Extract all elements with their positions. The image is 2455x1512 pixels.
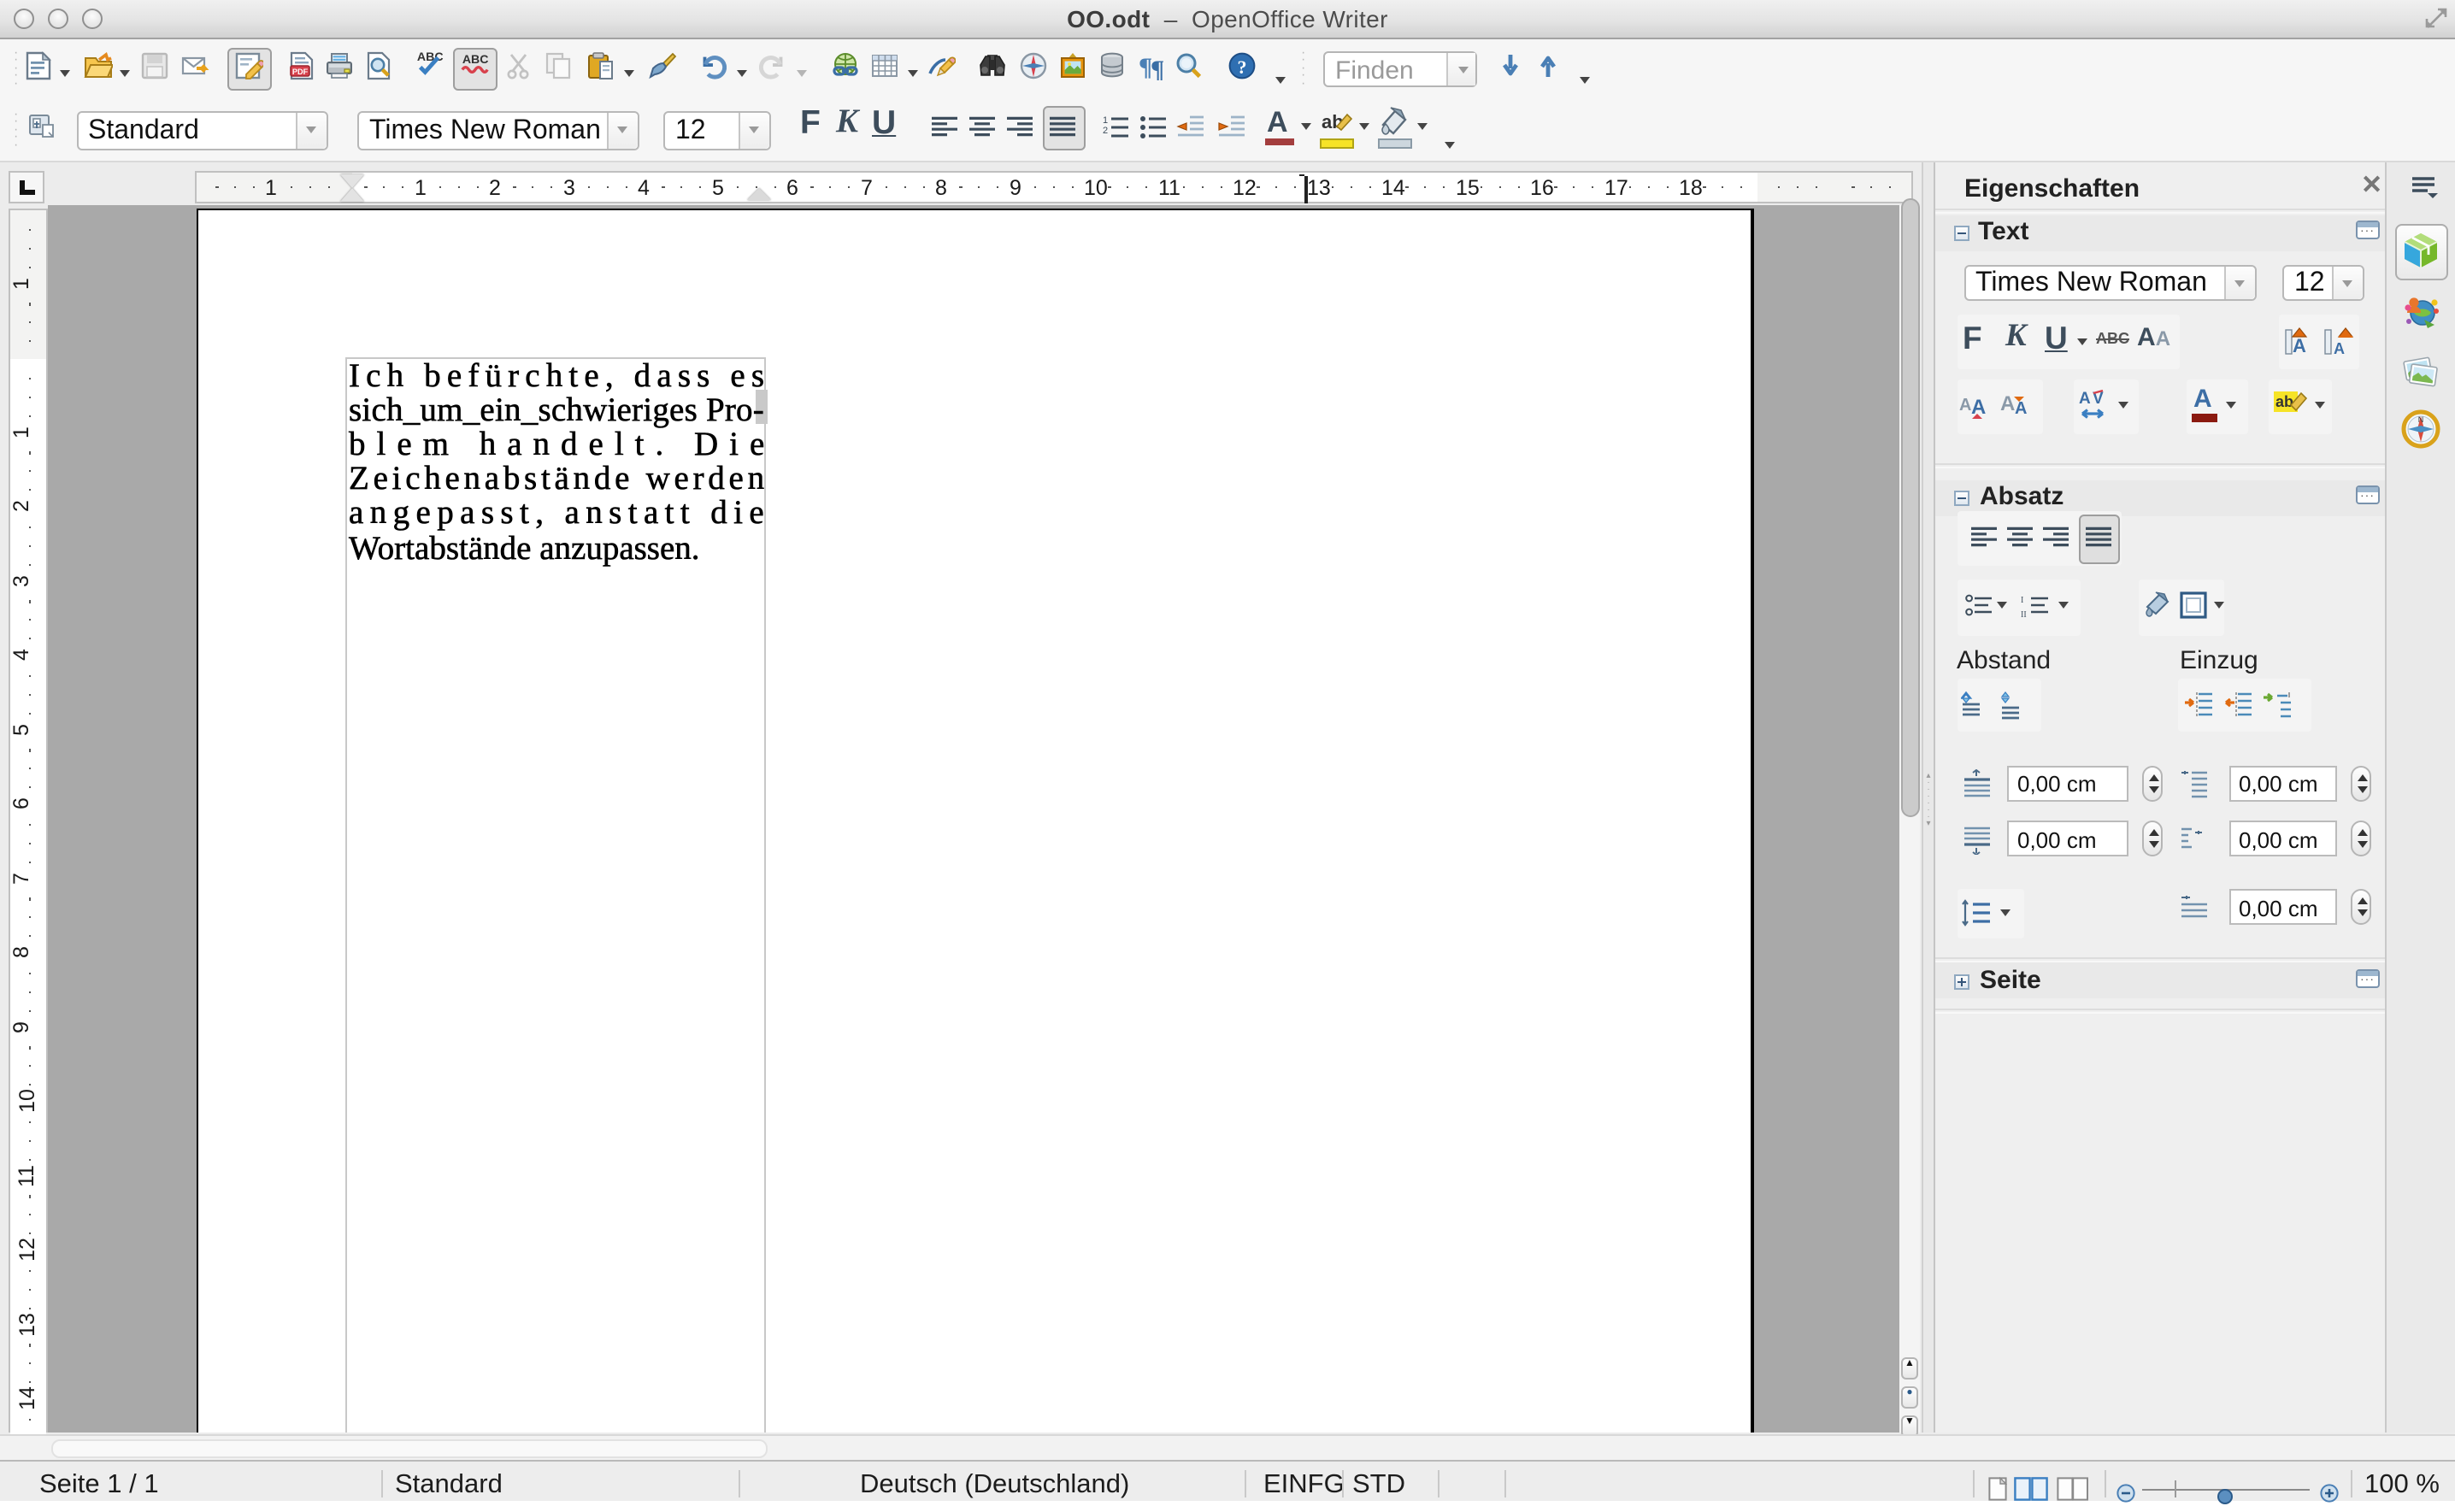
svg-text:ABC: ABC [462, 53, 488, 67]
svg-text:II: II [2021, 610, 2027, 620]
svg-text:A: A [2079, 390, 2091, 408]
svg-text:?: ? [1238, 56, 1247, 77]
svg-text:ab: ab [2275, 393, 2293, 410]
svg-text:N: N [2418, 415, 2424, 424]
svg-text:A: A [2000, 392, 2015, 415]
svg-text:1: 1 [1103, 115, 1108, 125]
svg-text:A: A [2334, 340, 2345, 357]
svg-text:¶: ¶ [1151, 55, 1164, 79]
svg-text:I: I [2021, 596, 2023, 605]
svg-text:A: A [2015, 399, 2027, 418]
svg-text:2: 2 [1103, 125, 1108, 135]
svg-text:PDF: PDF [292, 67, 309, 75]
svg-text:ABC: ABC [417, 50, 444, 64]
svg-text:A: A [1959, 396, 1971, 415]
svg-text:A: A [2293, 335, 2306, 356]
